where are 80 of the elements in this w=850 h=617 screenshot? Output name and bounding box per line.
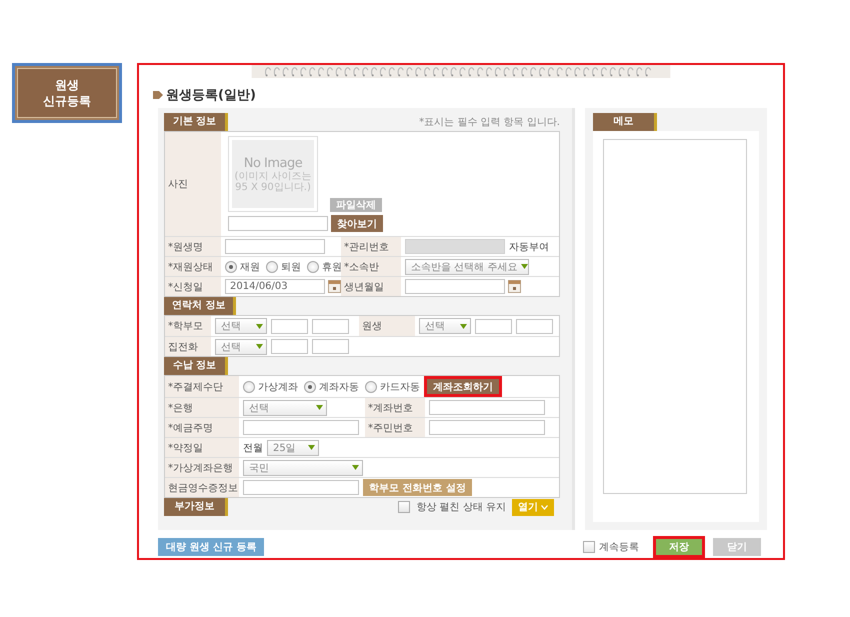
menu-button[interactable]: 원생 신규등록 (12, 63, 122, 123)
radio-label: 퇴원 (281, 260, 301, 274)
dropdown[interactable]: 선택 (243, 400, 327, 416)
checkbox-label: 계속등록 (599, 541, 639, 554)
delete-file-button[interactable]: 파일삭제 (330, 198, 382, 212)
field-label: *관리번호 (341, 237, 401, 256)
radio-button[interactable] (266, 260, 278, 272)
field-label: *예금주명 (165, 418, 239, 437)
field-label: *가상계좌은행 (165, 458, 239, 477)
field-text: 전월 (243, 442, 263, 454)
input-field[interactable] (312, 318, 349, 334)
input-field[interactable] (312, 339, 349, 354)
action-button[interactable]: 계좌조회하기 (424, 376, 502, 397)
calendar-icon[interactable] (508, 280, 521, 293)
field-label: *학부모 (165, 316, 211, 336)
radio-label: 가상계좌 (258, 380, 298, 394)
field-label: *주결제수단 (165, 376, 239, 397)
field-label: *계좌번호 (365, 398, 425, 417)
caret-icon (352, 465, 359, 470)
chevron-down-icon (541, 504, 548, 510)
caret-icon (460, 324, 467, 328)
input-field[interactable] (429, 420, 545, 435)
input-field[interactable] (225, 239, 325, 254)
field-label: *신청일 (165, 277, 221, 296)
bullet-icon (153, 91, 163, 99)
radio-button[interactable] (243, 380, 255, 392)
caret-icon (521, 264, 528, 269)
radio-button[interactable] (225, 260, 237, 272)
caret-icon (256, 344, 263, 349)
field-label: *재원상태 (165, 257, 221, 276)
input-field[interactable] (243, 420, 359, 435)
field-label: *소속반 (341, 257, 401, 276)
no-image-text: No Image (244, 156, 302, 170)
checkbox-label: 항상 펼친 상태 유지 (416, 501, 506, 514)
field-label: 집전화 (165, 337, 211, 356)
field-text: 자동부여 (509, 240, 549, 254)
input-field[interactable] (271, 318, 308, 334)
caret-icon (308, 445, 315, 450)
file-path-field[interactable] (228, 216, 328, 231)
date-field[interactable]: 2014/06/03 (225, 279, 325, 294)
field-label: *약정일 (165, 438, 239, 457)
caret-icon (316, 405, 323, 410)
radio-label: 카드자동 (380, 380, 420, 394)
caret-icon (256, 324, 263, 328)
date-field[interactable] (405, 279, 505, 294)
dropdown[interactable]: 선택 (215, 338, 267, 354)
radio-label: 재원 (240, 260, 260, 274)
window-title: 원생등록(일반) (166, 87, 256, 104)
checkbox[interactable] (398, 501, 410, 513)
dropdown[interactable]: 선택 (419, 318, 471, 334)
field-label: *주민번호 (365, 418, 425, 437)
memo-field[interactable] (603, 139, 747, 494)
expand-button[interactable]: 열기 (512, 498, 554, 516)
field-label: *은행 (165, 398, 239, 417)
checkbox[interactable] (583, 541, 595, 553)
dropdown[interactable]: 소속반을 선택해 주세요 (405, 258, 529, 274)
calendar-icon[interactable] (328, 280, 341, 293)
input-field[interactable] (516, 318, 553, 334)
browse-button[interactable]: 찾아보기 (331, 215, 383, 232)
input-field[interactable] (475, 318, 512, 334)
save-button[interactable]: 저장 (653, 536, 705, 558)
field-label: 원생 (359, 316, 415, 336)
dropdown[interactable]: 국민 (243, 460, 363, 476)
radio-label: 계좌자동 (319, 380, 359, 394)
input-field[interactable] (429, 400, 545, 415)
radio-button[interactable] (365, 380, 377, 392)
radio-button[interactable] (304, 380, 316, 392)
input-field[interactable] (271, 339, 308, 354)
field-label: 현금영수증정보 (165, 478, 239, 497)
action-button[interactable]: 학부모 전화번호 설정 (363, 479, 472, 496)
field-label: *원생명 (165, 237, 221, 256)
dropdown[interactable]: 선택 (215, 318, 267, 334)
radio-label: 휴원 (322, 260, 342, 274)
field-label: 생년월일 (341, 277, 401, 296)
radio-button[interactable] (307, 260, 319, 272)
required-note: *표시는 필수 입력 항목 입니다. (419, 116, 560, 129)
field-label: 사진 (165, 132, 221, 236)
input-field[interactable] (243, 480, 359, 495)
dropdown[interactable]: 25일 (267, 440, 319, 456)
bulk-register-button[interactable]: 대량 원생 신규 등록 (158, 538, 264, 556)
